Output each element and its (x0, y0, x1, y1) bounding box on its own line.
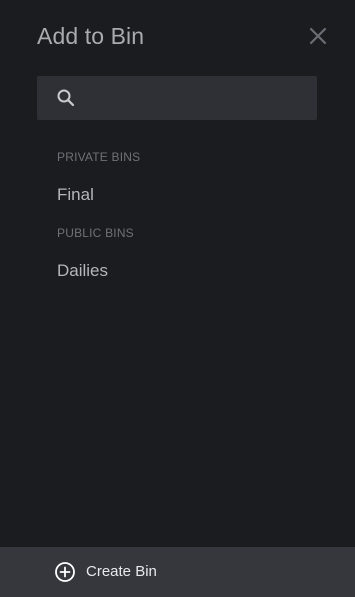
search-input[interactable] (87, 76, 307, 120)
bin-item-dailies[interactable]: Dailies (57, 261, 108, 281)
dialog-title: Add to Bin (37, 23, 145, 49)
search-icon (56, 88, 76, 108)
search-box[interactable] (37, 76, 317, 120)
create-bin-button[interactable]: Create Bin (0, 547, 355, 597)
add-to-bin-dialog: Add to Bin PRIVATE BINS Final PUBLIC BIN… (0, 0, 355, 597)
create-bin-label: Create Bin (86, 563, 157, 580)
close-icon[interactable] (306, 24, 330, 48)
plus-circle-icon (54, 561, 76, 583)
bin-item-final[interactable]: Final (57, 185, 94, 205)
section-header-private-bins: PRIVATE BINS (57, 150, 141, 164)
section-header-public-bins: PUBLIC BINS (57, 226, 134, 240)
